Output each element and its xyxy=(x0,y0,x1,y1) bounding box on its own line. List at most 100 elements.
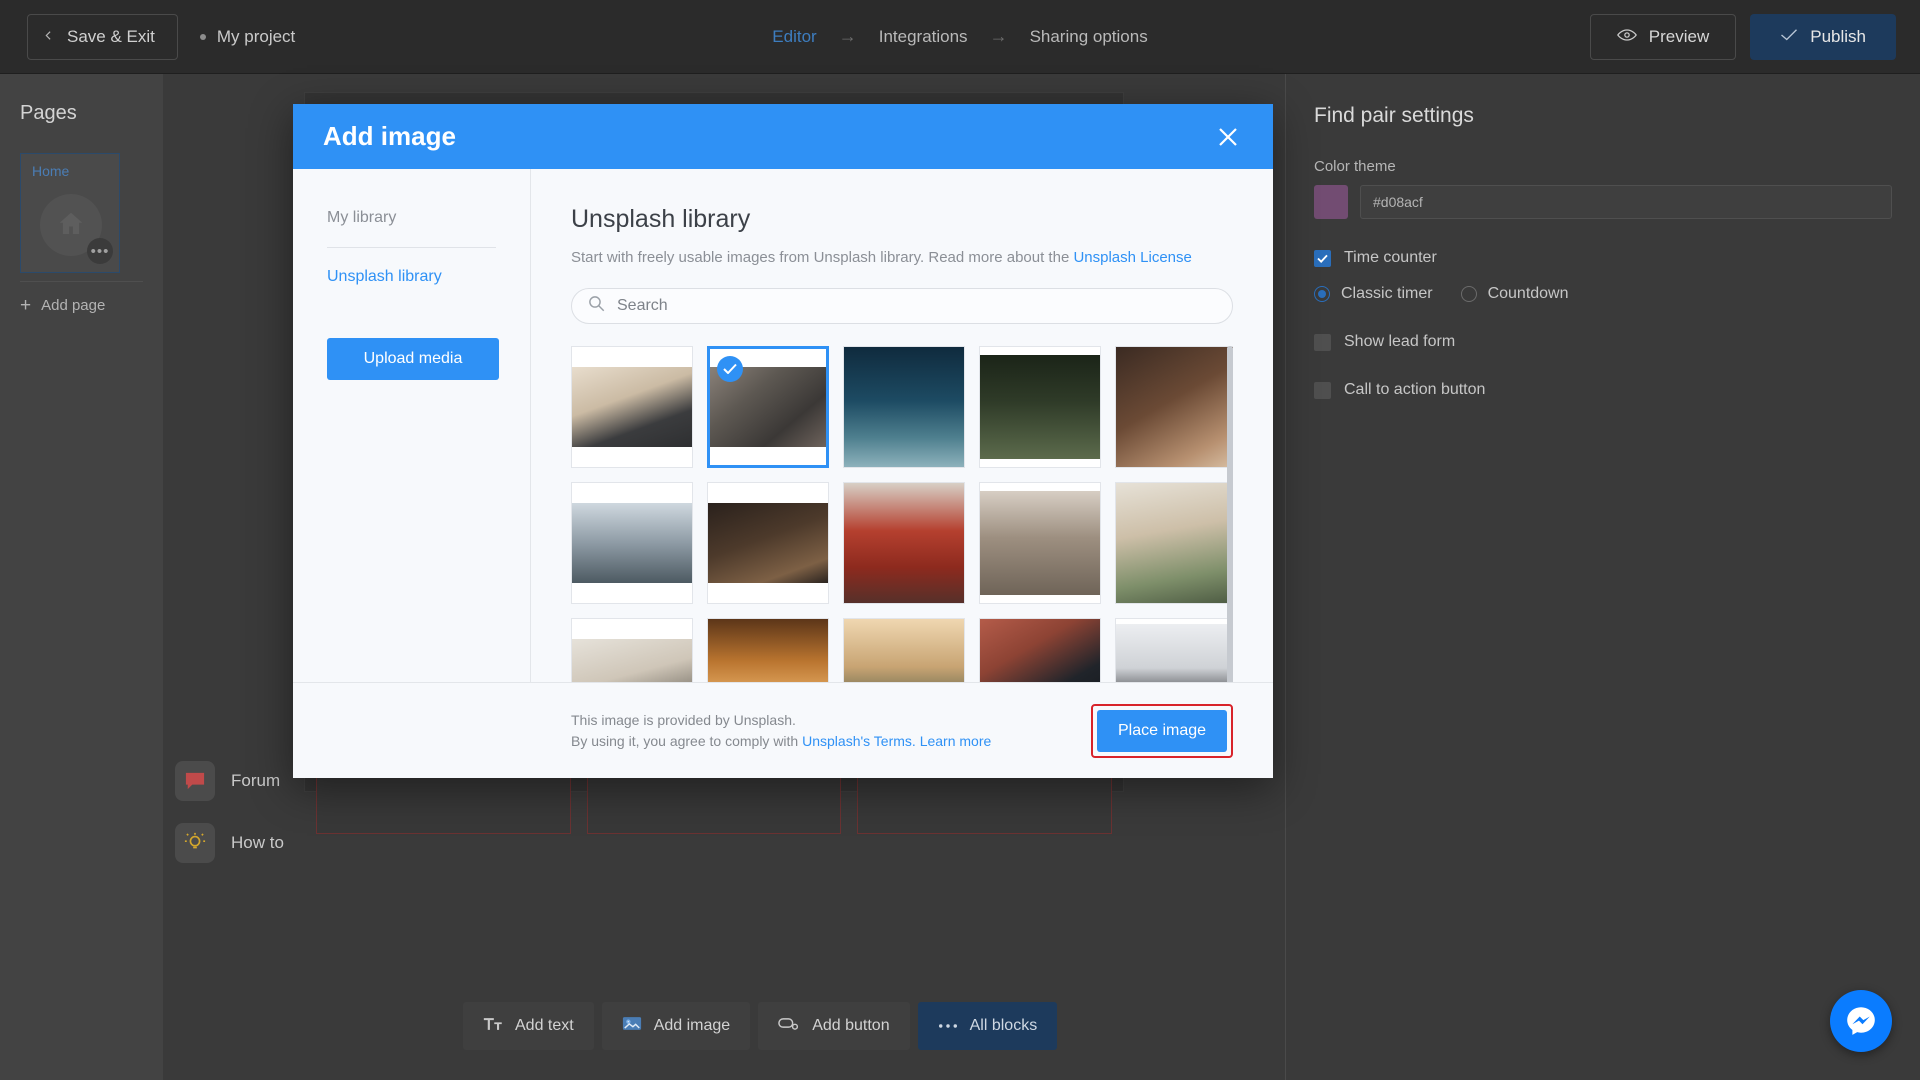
forum-label: Forum xyxy=(231,771,281,790)
thumbnail-person-walking-forest[interactable] xyxy=(979,345,1101,468)
pages-title: Pages xyxy=(20,102,77,124)
thumbnail-woman-red-beanie-wall[interactable] xyxy=(979,617,1101,682)
color-swatch[interactable] xyxy=(1314,185,1348,219)
thumbnail-ocean-cliff-coast[interactable] xyxy=(843,345,965,468)
unsplash-license-link[interactable]: Unsplash License xyxy=(1073,249,1191,266)
upload-media-button[interactable]: Upload media xyxy=(327,338,499,380)
learn-more-link[interactable]: Learn more xyxy=(920,733,992,749)
add-button-label: Add button xyxy=(812,1017,890,1034)
thumbnail-pottery-hands-wheel[interactable] xyxy=(1115,345,1233,468)
radio-countdown[interactable]: Countdown xyxy=(1460,285,1569,303)
thumbnail-aerial-city-buildings[interactable] xyxy=(707,345,829,468)
checkbox-time-counter[interactable] xyxy=(1314,249,1331,267)
scrollbar-thumb[interactable] xyxy=(1227,345,1233,682)
canvas-block[interactable] xyxy=(586,776,842,834)
modal-main: Unsplash library Start with freely usabl… xyxy=(531,169,1273,682)
page-card-more-button[interactable]: ••• xyxy=(87,238,113,264)
all-blocks-button[interactable]: All blocks xyxy=(917,1002,1058,1050)
radio-dot-classic-timer[interactable] xyxy=(1314,286,1330,302)
thumbnail-image xyxy=(572,502,692,583)
add-block-toolbar: Add text Add image Add button All blocks xyxy=(463,1002,1058,1050)
canvas-block-row xyxy=(304,764,1124,874)
thumbnail-image xyxy=(708,502,828,583)
thumbnail-laptop-desk-notebook[interactable] xyxy=(571,345,693,468)
thumbnail-image xyxy=(1116,346,1233,467)
add-image-button[interactable]: Add image xyxy=(601,1002,751,1050)
breadcrumb-item-sharing-options[interactable]: Sharing options xyxy=(1030,27,1148,47)
publish-button[interactable]: Publish xyxy=(1750,13,1896,60)
settings-panel-title: Find pair settings xyxy=(1314,104,1474,127)
thumbnail-two-women-laptop-bed[interactable] xyxy=(1115,617,1233,682)
checkbox-show-lead-form[interactable] xyxy=(1314,333,1331,351)
breadcrumb-item-integrations[interactable]: Integrations xyxy=(879,27,968,47)
help-buttons: Forum How to xyxy=(175,761,284,885)
publish-label: Publish xyxy=(1810,26,1866,46)
canvas-block[interactable] xyxy=(316,776,571,834)
library-description-text: Start with freely usable images from Uns… xyxy=(571,249,1074,266)
color-theme-input[interactable] xyxy=(1360,185,1892,219)
option-call-to-action-button[interactable]: Call to action button xyxy=(1314,381,1892,399)
check-icon xyxy=(1780,27,1798,47)
breadcrumb-arrow-icon: → xyxy=(838,26,857,46)
thumbnail-image xyxy=(844,346,964,467)
modal-header: Add image xyxy=(293,104,1273,169)
thumbnail-narrow-orange-stairway[interactable] xyxy=(707,617,829,682)
how-to-label: How to xyxy=(231,833,284,852)
nav-item-unsplash-library[interactable]: Unsplash library xyxy=(327,268,496,286)
checkbox-call-to-action-button[interactable] xyxy=(1314,381,1331,399)
place-image-highlight: Place image xyxy=(1091,703,1233,758)
canvas-block[interactable] xyxy=(857,776,1113,834)
add-text-button[interactable]: Add text xyxy=(463,1002,594,1050)
home-icon xyxy=(56,209,86,239)
option-show-lead-form[interactable]: Show lead form xyxy=(1314,333,1892,351)
add-text-label: Add text xyxy=(515,1017,574,1034)
option-time-counter[interactable]: Time counter xyxy=(1314,249,1892,267)
radio-classic-timer-label: Classic timer xyxy=(1341,285,1433,302)
status-dot-icon xyxy=(199,33,206,40)
breadcrumb-item-editor[interactable]: Editor xyxy=(772,27,816,47)
library-heading: Unsplash library xyxy=(571,205,751,233)
save-and-exit-button[interactable]: Save & Exit xyxy=(27,13,178,60)
close-icon[interactable] xyxy=(1213,122,1243,152)
image-grid-scroll-area xyxy=(571,345,1233,682)
search-input[interactable] xyxy=(617,296,1216,315)
search-field[interactable] xyxy=(571,287,1233,324)
plus-icon: + xyxy=(20,295,32,316)
forum-button[interactable]: Forum xyxy=(175,761,284,801)
place-image-button[interactable]: Place image xyxy=(1097,709,1227,752)
add-page-button[interactable]: + Add page xyxy=(20,281,143,315)
unsplash-terms-link[interactable]: Unsplash's Terms. xyxy=(802,733,916,749)
thumbnail-red-pagoda-temple[interactable] xyxy=(843,481,965,604)
thumbnail-misty-river-canyon[interactable] xyxy=(843,617,965,682)
thumbnail-small-bird-branch[interactable] xyxy=(979,481,1101,604)
attribution-line-2-prefix: By using it, you agree to comply with xyxy=(571,732,803,749)
nav-divider xyxy=(327,247,496,248)
radio-classic-timer[interactable]: Classic timer xyxy=(1314,285,1433,303)
preview-button[interactable]: Preview xyxy=(1589,13,1737,60)
color-theme-label: Color theme xyxy=(1314,158,1396,175)
modal-body: My library Unsplash library Upload media… xyxy=(293,169,1273,682)
page-card-home[interactable]: Home ••• xyxy=(20,153,120,273)
timer-mode-radio-group: Classic timer Countdown xyxy=(1314,285,1892,303)
thumbnail-artist-studio-canvas[interactable] xyxy=(571,617,693,682)
image-grid-scrollbar[interactable] xyxy=(1227,345,1233,682)
messenger-fab[interactable] xyxy=(1830,990,1892,1052)
option-call-to-action-label: Call to action button xyxy=(1344,381,1486,398)
breadcrumb: Editor → Integrations → Sharing options xyxy=(772,26,1147,47)
thumbnail-sunroom-window-seat[interactable] xyxy=(571,481,693,604)
add-image-modal: Add image My library Unsplash library Up… xyxy=(293,104,1273,778)
thumbnail-image xyxy=(980,354,1100,459)
selected-check-icon xyxy=(717,355,743,382)
how-to-button[interactable]: How to xyxy=(175,823,284,863)
page-card-label: Home xyxy=(32,163,70,179)
settings-panel: Find pair settings Color theme Time coun… xyxy=(1285,74,1920,1080)
add-button-button[interactable]: Add button xyxy=(758,1002,910,1050)
attribution-line-1: This image is provided by Unsplash. xyxy=(571,712,796,729)
project-name[interactable]: My project xyxy=(199,27,295,47)
radio-dot-countdown[interactable] xyxy=(1460,286,1477,302)
modal-title: Add image xyxy=(323,121,456,151)
thumbnail-attic-library-books[interactable] xyxy=(707,481,829,604)
nav-item-my-library[interactable]: My library xyxy=(327,209,496,227)
thumbnail-image xyxy=(844,482,964,603)
thumbnail-potted-plant-stand[interactable] xyxy=(1115,481,1233,604)
